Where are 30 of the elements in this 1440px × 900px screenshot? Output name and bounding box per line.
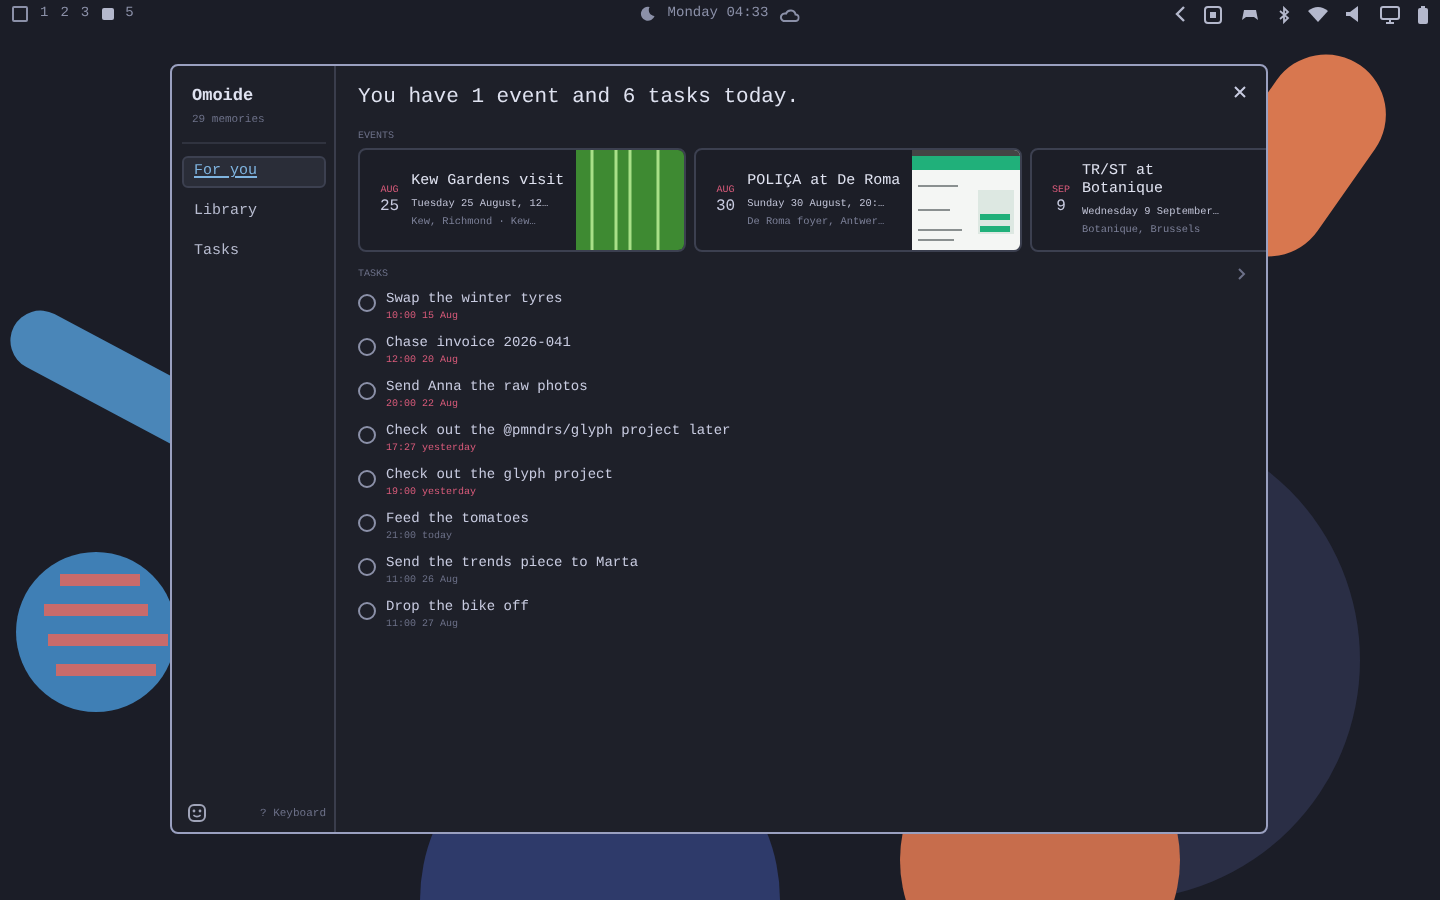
task-checkbox[interactable] — [358, 470, 376, 488]
webpage-thumbnail — [912, 150, 1020, 250]
wifi-icon[interactable] — [1308, 6, 1328, 22]
workspace-icon[interactable] — [12, 6, 28, 22]
bluetooth-icon[interactable] — [1278, 5, 1290, 23]
task-checkbox[interactable] — [358, 382, 376, 400]
cloud-icon — [780, 7, 801, 21]
volume-icon[interactable] — [1346, 6, 1362, 22]
event-day: 9 — [1056, 198, 1066, 216]
chevron-right-icon[interactable] — [1238, 268, 1246, 280]
chevron-left-icon[interactable] — [1174, 6, 1186, 22]
app-title: Omoide — [192, 86, 256, 106]
gamepad-icon[interactable] — [1240, 6, 1260, 22]
task-checkbox[interactable] — [358, 426, 376, 444]
event-day: 25 — [380, 198, 400, 216]
task-checkbox[interactable] — [358, 514, 376, 532]
monitor-icon[interactable] — [1380, 5, 1400, 23]
calendar-icon[interactable] — [1204, 5, 1222, 23]
task-checkbox[interactable] — [358, 602, 376, 620]
moon-icon — [639, 6, 656, 22]
smiley-icon[interactable] — [188, 804, 206, 822]
task-checkbox[interactable] — [358, 338, 376, 356]
photo-placeholder — [576, 150, 684, 250]
battery-icon[interactable] — [1418, 5, 1428, 23]
task-checkbox[interactable] — [358, 558, 376, 576]
task-checkbox[interactable] — [358, 294, 376, 312]
workspace-icon[interactable] — [101, 8, 114, 20]
close-icon[interactable] — [1234, 86, 1246, 98]
summary-heading: You have 1 event and 6 tasks today. — [358, 86, 800, 110]
event-day: 30 — [716, 198, 736, 216]
